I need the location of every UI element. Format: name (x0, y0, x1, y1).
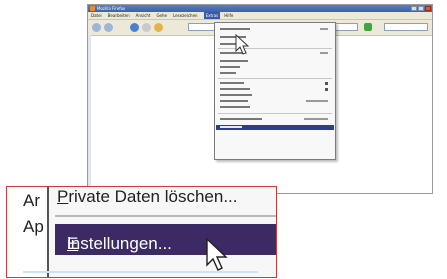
stop-icon[interactable] (142, 23, 151, 32)
dropdown-item[interactable] (220, 59, 331, 64)
menu-item-settings[interactable]: Einstellungen... (55, 224, 276, 255)
dropdown-item[interactable] (220, 27, 331, 32)
private-data-mnemonic: P (57, 187, 69, 206)
page-edge (88, 35, 91, 193)
settings-label: instellungen... (67, 234, 172, 253)
mouse-cursor-icon (206, 237, 228, 271)
close-button[interactable] (425, 6, 431, 11)
menu-lesezeichen[interactable]: Lesezeichen (173, 12, 198, 19)
minimize-button[interactable] (411, 6, 417, 11)
private-data-label: rivate Daten löschen... (68, 187, 238, 206)
dropdown-separator (218, 78, 332, 79)
reload-icon[interactable] (130, 23, 139, 32)
home-icon[interactable] (154, 23, 163, 32)
background-text-line: Ar (23, 191, 40, 210)
dropdown-item-private-data[interactable] (220, 117, 331, 122)
menu-gehe[interactable]: Gehe (156, 12, 167, 19)
zoom-inset: Ar Ap Private Daten löschen... Einstellu… (6, 186, 277, 278)
dropdown-item[interactable] (220, 81, 331, 86)
dropdown-item[interactable] (220, 105, 331, 110)
mouse-cursor-icon (235, 34, 250, 55)
dropdown-separator (218, 113, 332, 114)
dropdown-item-settings[interactable] (216, 125, 334, 130)
menu-bar: Datei Bearbeiten Ansicht Gehe Lesezeiche… (88, 12, 432, 20)
background-text-line: Ap (23, 217, 44, 236)
menu-datei[interactable]: Datei (91, 12, 102, 19)
dropdown-item[interactable] (220, 65, 331, 70)
menu-ansicht[interactable]: Ansicht (136, 12, 151, 19)
firefox-icon (90, 6, 95, 11)
forward-icon[interactable] (104, 23, 113, 32)
title-bar: Mozilla Firefox (88, 5, 432, 12)
dropdown-item[interactable] (220, 87, 331, 92)
extras-dropdown (214, 22, 336, 160)
dropdown-item[interactable] (220, 99, 331, 104)
maximize-button[interactable] (418, 6, 424, 11)
menu-item-private-data[interactable]: Private Daten löschen... (57, 187, 238, 207)
search-input[interactable] (384, 23, 428, 31)
back-icon[interactable] (92, 23, 101, 32)
menu-separator (55, 215, 276, 217)
go-icon[interactable] (364, 23, 372, 31)
zoomed-extras-menu: Private Daten löschen... Einstellungen..… (47, 187, 276, 277)
menu-hilfe[interactable]: Hilfe (224, 12, 233, 19)
window-controls (411, 6, 431, 11)
menu-bearbeiten[interactable]: Bearbeiten (108, 12, 130, 19)
menu-extras[interactable]: Extras (203, 12, 221, 19)
dropdown-item[interactable] (220, 71, 331, 76)
window-title: Mozilla Firefox (97, 6, 126, 11)
dropdown-item[interactable] (220, 93, 331, 98)
